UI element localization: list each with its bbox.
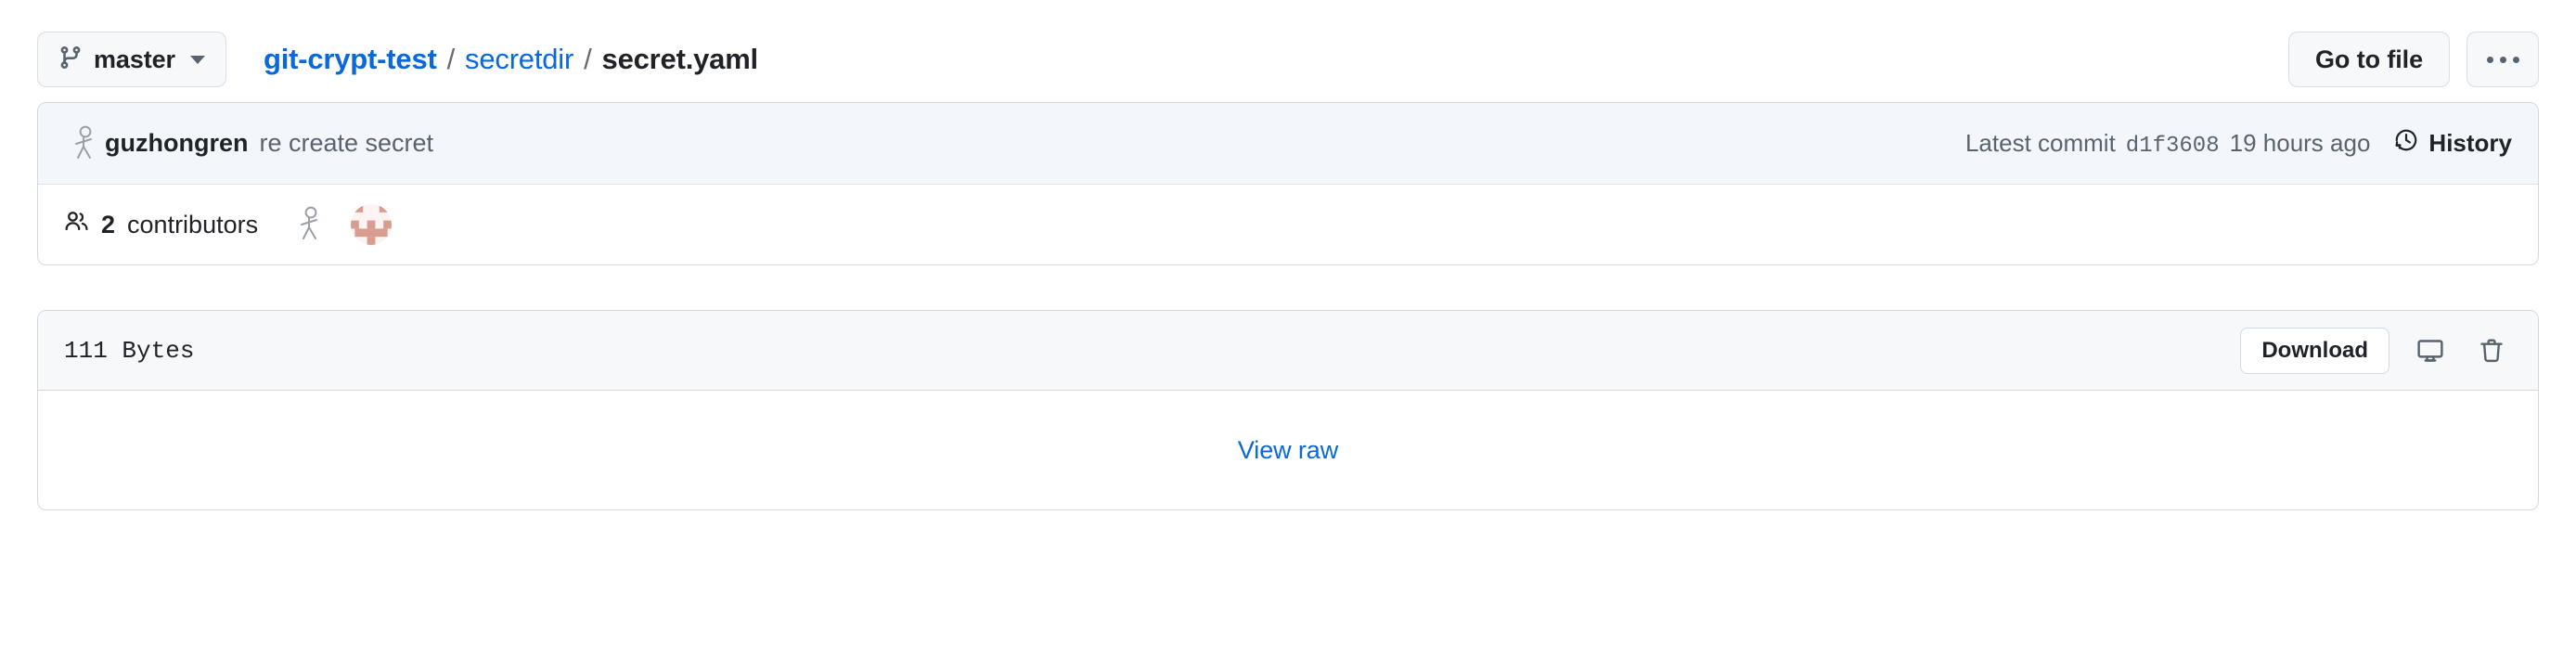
breadcrumb-directory-link[interactable]: secretdir <box>465 43 573 76</box>
contributors-count: 2 <box>101 210 116 238</box>
history-link[interactable]: History <box>2394 128 2512 159</box>
stick-figure-avatar[interactable] <box>290 204 330 245</box>
download-button[interactable]: Download <box>2240 327 2389 374</box>
breadcrumb-separator: / <box>446 43 456 75</box>
contributor-avatars <box>290 204 393 245</box>
contributors-label: contributors <box>127 210 259 238</box>
view-raw-link[interactable]: View raw <box>1238 436 1338 465</box>
header-actions: Go to file <box>2288 32 2539 87</box>
git-branch-icon <box>58 45 83 74</box>
commit-message-link[interactable]: re create secret <box>259 129 433 158</box>
contributors-row: 2 contributors <box>38 185 2538 264</box>
file-content-body: View raw <box>38 391 2538 509</box>
commit-meta: Latest commit d1f3608 19 hours ago Histo… <box>1965 128 2512 159</box>
contributors-link[interactable]: 2 contributors <box>64 209 258 240</box>
branch-selector-button[interactable]: master <box>37 32 226 87</box>
latest-commit-row: guzhongren re create secret Latest commi… <box>38 103 2538 185</box>
branch-name-label: master <box>94 45 175 73</box>
breadcrumb-separator: / <box>584 43 592 75</box>
stick-figure-avatar[interactable] <box>64 123 105 164</box>
file-toolbar: 111 Bytes Download <box>38 311 2538 391</box>
more-options-button[interactable] <box>2467 32 2539 87</box>
file-size-label: 111 Bytes <box>64 336 195 365</box>
go-to-file-button[interactable]: Go to file <box>2288 32 2450 87</box>
people-icon <box>64 209 89 240</box>
trash-icon[interactable] <box>2471 330 2512 371</box>
file-view-page: master git-crypt-test / secretdir / secr… <box>0 0 2576 670</box>
commit-sha-link[interactable]: d1f3608 <box>2126 134 2220 159</box>
breadcrumb: git-crypt-test / secretdir / secret.yaml <box>264 43 758 76</box>
breadcrumb-repo-link[interactable]: git-crypt-test <box>264 43 437 76</box>
desktop-download-icon[interactable] <box>2410 330 2451 371</box>
file-actions: Download <box>2240 327 2512 374</box>
history-clock-icon <box>2394 128 2418 159</box>
commit-relative-time: 19 hours ago <box>2229 128 2371 157</box>
breadcrumb-file-name: secret.yaml <box>601 43 759 75</box>
kebab-menu-icon <box>2486 56 2519 63</box>
commit-author-link[interactable]: guzhongren <box>105 129 248 158</box>
chevron-down-icon <box>189 55 205 64</box>
file-header: master git-crypt-test / secretdir / secr… <box>37 0 2539 102</box>
commit-info-card: guzhongren re create secret Latest commi… <box>37 102 2539 265</box>
latest-commit-meta: Latest commit d1f3608 19 hours ago <box>1965 129 2370 159</box>
file-content-card: 111 Bytes Download View raw <box>37 310 2539 510</box>
history-label: History <box>2428 129 2512 157</box>
identicon-avatar[interactable] <box>351 204 393 245</box>
latest-commit-label: Latest commit <box>1964 128 2116 157</box>
